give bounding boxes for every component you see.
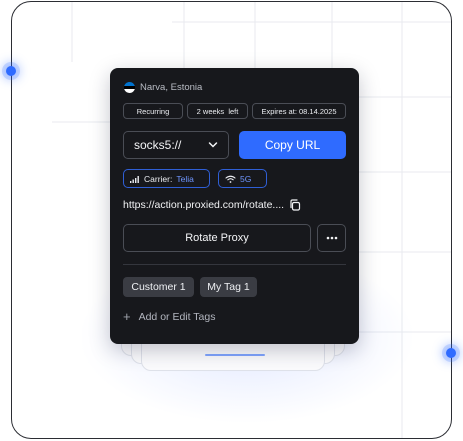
- location-label: Narva, Estonia: [140, 82, 203, 93]
- add-tags-label: Add or Edit Tags: [138, 310, 216, 323]
- estonia-flag-icon: [124, 82, 135, 93]
- location-row: Narva, Estonia: [124, 82, 202, 93]
- divider: [123, 264, 346, 265]
- carrier-value: Telia: [176, 173, 194, 184]
- proxy-card: Narva, Estonia Recurring 2 weeks left Ex…: [110, 68, 359, 344]
- proxy-url-row: https://action.proxied.com/rotate....: [123, 199, 301, 211]
- network-type: 5G: [240, 173, 252, 184]
- tag-chip[interactable]: My Tag 1: [200, 277, 257, 297]
- connection-dot-right: [446, 348, 456, 358]
- badge-time-left: 2 weeks left: [187, 103, 248, 119]
- chevron-down-icon: [208, 142, 218, 148]
- add-tags-button[interactable]: + Add or Edit Tags: [123, 310, 215, 323]
- ellipsis-icon: [326, 236, 337, 240]
- protocol-select-value: socks5://: [134, 138, 182, 152]
- more-options-button[interactable]: [317, 224, 346, 252]
- wifi-icon: [225, 175, 236, 183]
- tag-chip[interactable]: Customer 1: [123, 277, 194, 297]
- carrier-chip: Carrier: Telia: [123, 169, 210, 188]
- proxy-url: https://action.proxied.com/rotate....: [123, 199, 285, 211]
- protocol-select[interactable]: socks5://: [123, 131, 229, 159]
- plus-icon: +: [123, 309, 131, 324]
- glow-underline: [205, 354, 265, 356]
- badge-expires: Expires at: 08.14.2025: [252, 103, 346, 119]
- copy-url-button[interactable]: Copy URL: [239, 131, 346, 159]
- connection-dot-left: [6, 66, 16, 76]
- carrier-label: Carrier:: [144, 173, 173, 184]
- signal-bars-icon: [130, 175, 139, 183]
- network-chip: 5G: [218, 169, 267, 188]
- badge-recurring: Recurring: [123, 103, 183, 119]
- rotate-proxy-button[interactable]: Rotate Proxy: [123, 224, 311, 252]
- copy-icon[interactable]: [289, 199, 301, 211]
